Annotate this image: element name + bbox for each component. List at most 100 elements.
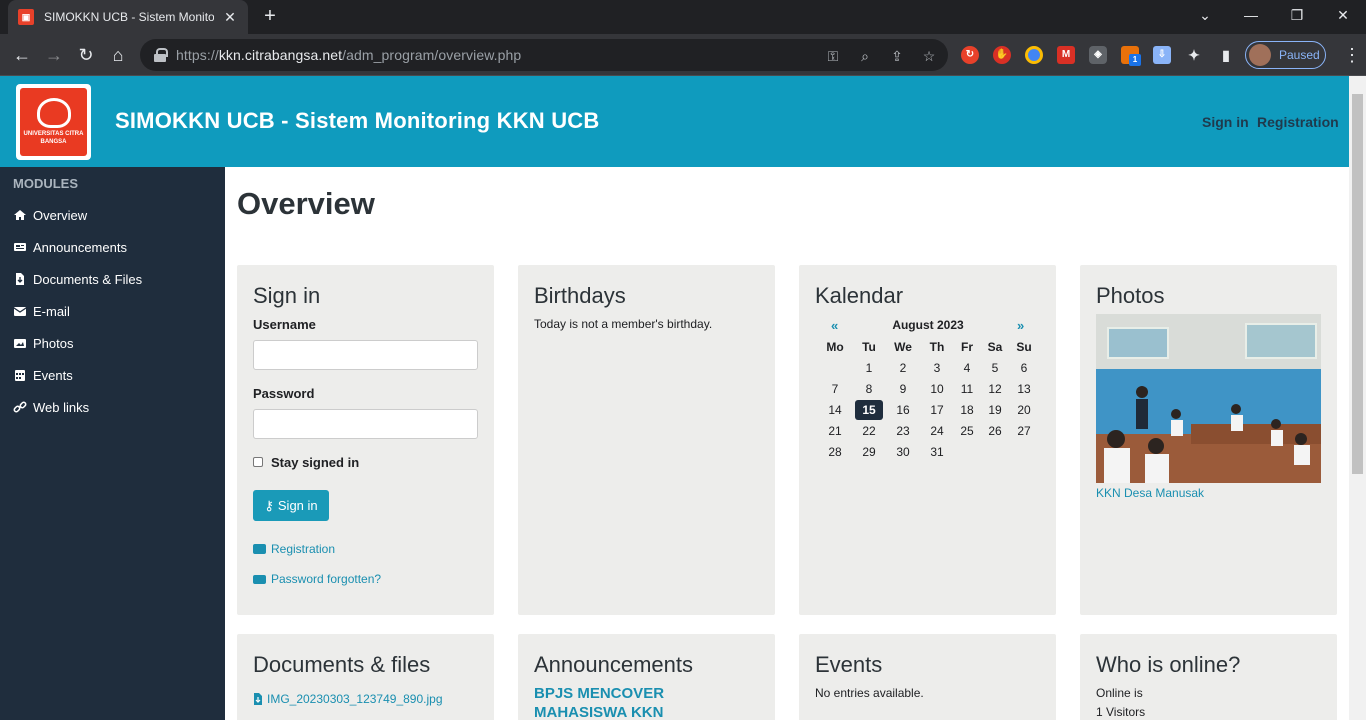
calendar-day[interactable]: 18 bbox=[952, 400, 982, 420]
calendar-day[interactable]: 30 bbox=[888, 442, 918, 462]
calendar-day[interactable]: 11 bbox=[952, 379, 982, 399]
card-heading: Birthdays bbox=[534, 283, 626, 308]
calendar-day[interactable]: 12 bbox=[980, 379, 1010, 399]
envelope-icon bbox=[13, 307, 27, 316]
calendar-day[interactable]: 26 bbox=[980, 421, 1010, 441]
extension-icon[interactable]: M bbox=[1057, 46, 1075, 64]
calendar-day[interactable]: 22 bbox=[854, 421, 884, 441]
calendar-day[interactable]: 5 bbox=[980, 358, 1010, 378]
classroom-photo[interactable] bbox=[1096, 314, 1321, 483]
tab-search-icon[interactable]: ⌄ bbox=[1182, 0, 1228, 30]
calendar-day[interactable]: 8 bbox=[854, 379, 884, 399]
calendar-day[interactable]: 25 bbox=[952, 421, 982, 441]
close-tab-icon[interactable]: ✕ bbox=[222, 9, 238, 26]
calendar-day[interactable]: 17 bbox=[922, 400, 952, 420]
key-icon[interactable]: ⚿ bbox=[824, 47, 842, 65]
birthdays-text: Today is not a member's birthday. bbox=[534, 317, 713, 331]
minimize-icon[interactable]: — bbox=[1228, 0, 1274, 30]
extensions-puzzle-icon[interactable]: ✦ bbox=[1185, 46, 1203, 64]
photo-caption-link[interactable]: KKN Desa Manusak bbox=[1096, 486, 1204, 500]
extension-icon[interactable]: ↻ bbox=[961, 46, 979, 64]
envelope-icon bbox=[253, 574, 266, 584]
document-link[interactable]: IMG_20230303_123749_890.jpg bbox=[253, 692, 443, 706]
reload-icon[interactable]: ↻ bbox=[73, 42, 99, 68]
calendar-day[interactable]: 29 bbox=[854, 442, 884, 462]
calendar-icon bbox=[15, 370, 25, 381]
home-icon bbox=[14, 210, 26, 220]
sidebar-item-events[interactable]: Events bbox=[13, 365, 73, 385]
sidebar-item-announcements[interactable]: Announcements bbox=[13, 237, 127, 257]
share-icon[interactable]: ⇪ bbox=[888, 47, 906, 65]
download-extension-icon[interactable]: ⇩ bbox=[1153, 46, 1171, 64]
browser-tab[interactable]: ▣ SIMOKKN UCB - Sistem Monitoring KKN UC… bbox=[8, 0, 248, 34]
browser-menu-icon[interactable]: ⋮ bbox=[1343, 43, 1361, 67]
calendar-day[interactable]: 20 bbox=[1009, 400, 1039, 420]
home-icon[interactable]: ⌂ bbox=[105, 42, 131, 68]
calendar-day[interactable]: 10 bbox=[922, 379, 952, 399]
address-bar[interactable]: https://kkn.citrabangsa.net/adm_program/… bbox=[140, 39, 948, 71]
card-heading: Announcements bbox=[534, 652, 693, 677]
extension-icon[interactable]: 1 bbox=[1121, 46, 1141, 66]
username-label: Username bbox=[253, 317, 316, 332]
sign-in-button[interactable]: ⚷ Sign in bbox=[253, 490, 329, 521]
sidebar-item-weblinks[interactable]: Web links bbox=[13, 397, 89, 417]
profile-button[interactable]: Paused bbox=[1245, 41, 1326, 69]
header-registration-link[interactable]: Registration bbox=[1257, 114, 1339, 130]
calendar-day[interactable]: 31 bbox=[922, 442, 952, 462]
calendar-day[interactable]: 13 bbox=[1009, 379, 1039, 399]
password-label: Password bbox=[253, 386, 315, 401]
calendar-day[interactable]: 21 bbox=[820, 421, 850, 441]
calendar-weekday: Fr bbox=[961, 340, 973, 354]
sidebar-item-overview[interactable]: Overview bbox=[13, 205, 87, 225]
extension-icon[interactable]: ✋ bbox=[993, 46, 1011, 64]
sidebar-item-documents[interactable]: Documents & Files bbox=[13, 269, 142, 289]
calendar-day[interactable]: 27 bbox=[1009, 421, 1039, 441]
calendar-weekday: Su bbox=[1016, 340, 1032, 354]
id-card-icon bbox=[253, 544, 266, 554]
header-sign-in-link[interactable]: Sign in bbox=[1202, 114, 1249, 130]
calendar-day-today[interactable]: 15 bbox=[855, 400, 883, 420]
password-forgotten-link[interactable]: Password forgotten? bbox=[253, 572, 381, 586]
sidebar-item-label: Web links bbox=[33, 399, 90, 415]
calendar-week-row: 14 15 16 17 18 19 20 bbox=[815, 400, 1041, 420]
sidebar-item-email[interactable]: E-mail bbox=[13, 301, 70, 321]
events-card: Events No entries available. bbox=[799, 634, 1056, 720]
page-scrollbar[interactable] bbox=[1349, 76, 1366, 720]
calendar-day[interactable]: 4 bbox=[952, 358, 982, 378]
extension-icon[interactable] bbox=[1025, 46, 1043, 64]
browser-tab-strip: ▣ SIMOKKN UCB - Sistem Monitoring KKN UC… bbox=[0, 0, 1366, 34]
calendar-day[interactable]: 9 bbox=[888, 379, 918, 399]
maximize-icon[interactable]: ❐ bbox=[1274, 0, 1320, 30]
calendar-day[interactable]: 24 bbox=[922, 421, 952, 441]
university-logo[interactable]: UNIVERSITAS CITRA BANGSA bbox=[16, 84, 91, 160]
calendar-day[interactable]: 7 bbox=[820, 379, 850, 399]
calendar-day[interactable]: 28 bbox=[820, 442, 850, 462]
side-panel-icon[interactable]: ▮ bbox=[1217, 46, 1235, 64]
username-input[interactable] bbox=[253, 340, 478, 370]
calendar-day[interactable]: 2 bbox=[888, 358, 918, 378]
calendar-day[interactable]: 14 bbox=[820, 400, 850, 420]
calendar-day[interactable]: 16 bbox=[888, 400, 918, 420]
zoom-icon[interactable]: ⌕ bbox=[856, 47, 874, 65]
window-close-icon[interactable]: ✕ bbox=[1320, 0, 1366, 30]
sidebar-item-photos[interactable]: Photos bbox=[13, 333, 73, 353]
password-input[interactable] bbox=[253, 409, 478, 439]
forward-icon[interactable]: → bbox=[41, 42, 67, 68]
registration-link[interactable]: Registration bbox=[253, 542, 335, 556]
stay-signed-checkbox[interactable] bbox=[253, 457, 263, 467]
stay-signed-label: Stay signed in bbox=[271, 455, 360, 470]
scrollbar-thumb[interactable] bbox=[1352, 94, 1363, 474]
calendar-day[interactable]: 6 bbox=[1009, 358, 1039, 378]
back-icon[interactable]: ← bbox=[9, 42, 35, 68]
shield-extension-icon[interactable]: ◈ bbox=[1089, 46, 1107, 64]
calendar-day[interactable]: 23 bbox=[888, 421, 918, 441]
calendar-next-month[interactable]: » bbox=[1017, 318, 1024, 333]
lock-icon[interactable] bbox=[154, 48, 168, 62]
bookmark-star-icon[interactable]: ☆ bbox=[920, 47, 938, 65]
calendar-week-row: 21 22 23 24 25 26 27 bbox=[815, 421, 1041, 441]
calendar-day[interactable]: 19 bbox=[980, 400, 1010, 420]
announcement-link[interactable]: BPJS MENCOVER MAHASISWA KKN bbox=[534, 684, 734, 720]
new-tab-icon[interactable]: + bbox=[259, 5, 281, 27]
calendar-day[interactable]: 3 bbox=[922, 358, 952, 378]
calendar-day[interactable]: 1 bbox=[854, 358, 884, 378]
